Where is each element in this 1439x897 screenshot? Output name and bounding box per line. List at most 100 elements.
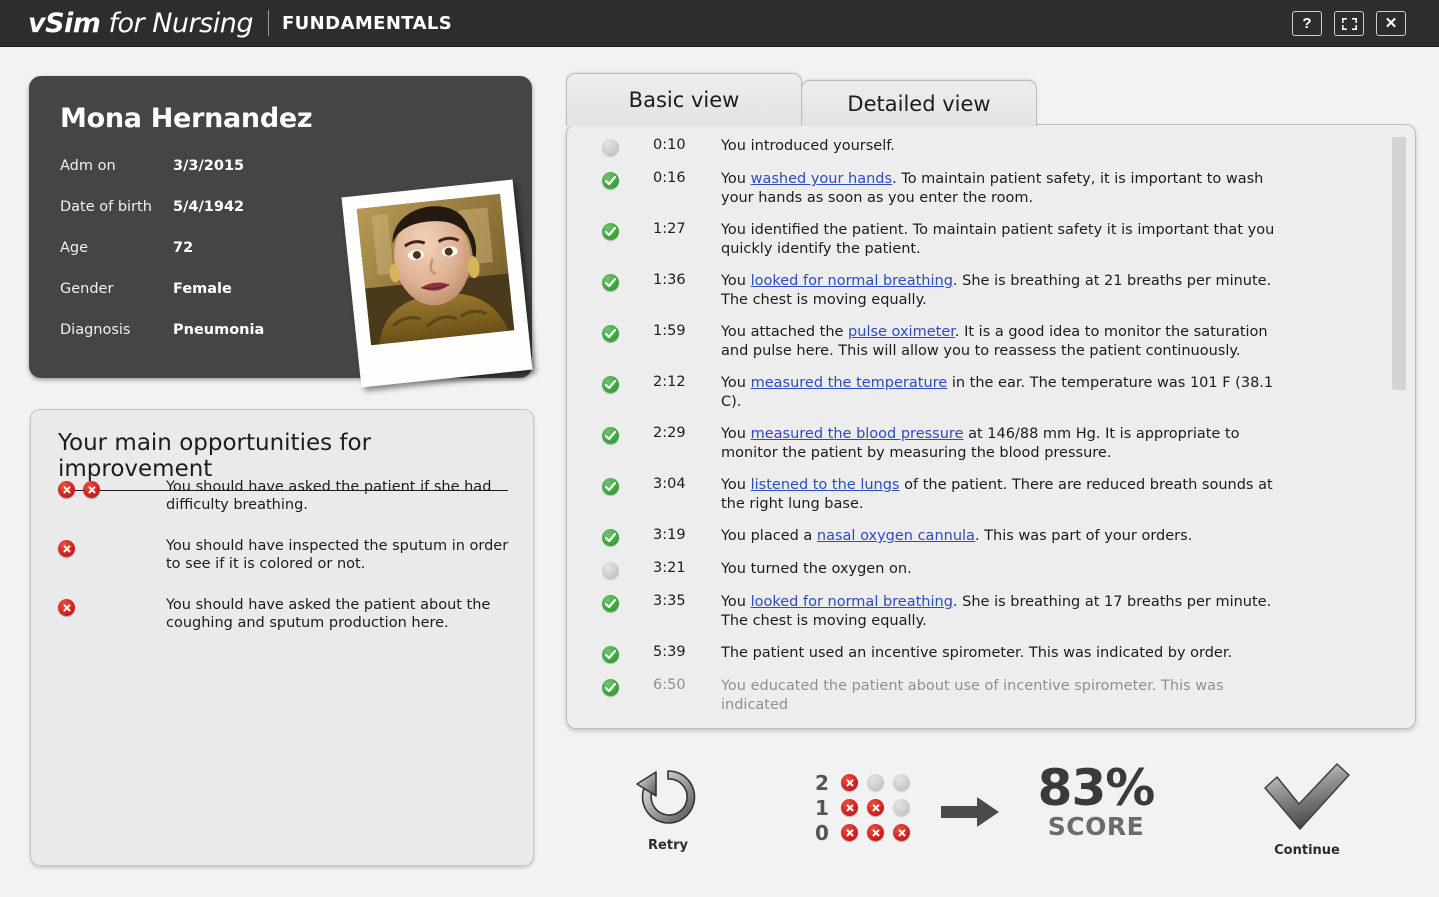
- log-entry: 1:59 You attached the pulse oximeter. It …: [567, 315, 1387, 366]
- log-entry-text: You looked for normal breathing. She is …: [721, 594, 1272, 629]
- log-entry-status: [567, 270, 653, 309]
- attempt-row-number: 2: [815, 770, 829, 795]
- score-value: 83%: [1037, 759, 1156, 817]
- patient-field-row: Date of birth 5/4/1942: [60, 199, 360, 240]
- window-controls: ? ✕: [1292, 11, 1406, 36]
- attempt-row-number: 1: [815, 795, 829, 820]
- neutral-dot-icon: [601, 139, 619, 156]
- log-entry-time: 0:16: [653, 170, 686, 186]
- log-entry: 3:04 You listened to the lungs of the pat…: [567, 468, 1387, 519]
- tab-basic-view[interactable]: Basic view: [566, 73, 802, 126]
- improvement-item: You should have asked the patient about …: [58, 596, 513, 632]
- log-entry-time: 2:29: [653, 425, 686, 441]
- app-logo: vSim for Nursing FUNDAMENTALS: [28, 4, 452, 42]
- log-entry-text: You attached the pulse oximeter. It is a…: [721, 324, 1268, 359]
- log-entry-status: [567, 525, 653, 546]
- attempt-row: 2: [815, 770, 910, 795]
- tab-basic-view-label: Basic view: [628, 88, 740, 112]
- error-x-icon: [58, 481, 75, 498]
- check-circle-icon: [601, 595, 619, 612]
- patient-field-row: Adm on 3/3/2015: [60, 158, 360, 199]
- log-scrollbar-thumb[interactable]: [1392, 137, 1406, 390]
- error-x-icon: [58, 540, 75, 557]
- activity-log-viewport: 0:10 You introduced yourself. 0:16 You wash…: [567, 125, 1415, 728]
- log-entry-status: [567, 219, 653, 258]
- patient-photo-frame: [341, 179, 533, 388]
- check-icon: [1261, 763, 1353, 840]
- error-x-icon: [841, 799, 858, 816]
- log-scrollbar-track[interactable]: [1392, 135, 1406, 718]
- attempts-grid: 210: [815, 770, 910, 845]
- patient-field-label: Age: [60, 240, 89, 256]
- log-entry-status: [567, 474, 653, 513]
- log-entry-link[interactable]: pulse oximeter: [848, 324, 955, 340]
- patient-field-row: Diagnosis Pneumonia: [60, 322, 360, 363]
- close-button[interactable]: ✕: [1376, 11, 1406, 36]
- patient-field-label: Diagnosis: [60, 322, 131, 338]
- log-entry-status: [567, 642, 653, 663]
- check-circle-icon: [601, 172, 619, 189]
- log-entry-status: [567, 423, 653, 462]
- patient-info-card: Mona Hernandez Adm on 3/3/2015 Date of b…: [29, 76, 533, 388]
- improvement-text: You should have asked the patient about …: [166, 597, 491, 631]
- log-entry-link[interactable]: nasal oxygen cannula: [817, 528, 975, 544]
- log-entry: 0:16 You washed your hands. To maintain p…: [567, 162, 1387, 213]
- check-circle-icon: [601, 274, 619, 291]
- tab-detailed-view[interactable]: Detailed view: [801, 80, 1037, 126]
- check-circle-icon: [601, 325, 619, 342]
- log-entry-time: 5:39: [653, 644, 686, 660]
- score-display: 83% SCORE: [1022, 762, 1170, 840]
- activity-log-panel: 0:10 You introduced yourself. 0:16 You wash…: [566, 124, 1416, 729]
- patient-field-value: 3/3/2015: [173, 158, 245, 174]
- error-x-icon: [841, 774, 858, 791]
- patient-field-value: Female: [173, 281, 232, 297]
- help-icon: ?: [1302, 15, 1312, 32]
- help-button[interactable]: ?: [1292, 11, 1322, 36]
- log-entry-link[interactable]: washed your hands: [751, 171, 892, 187]
- error-x-icon: [867, 824, 884, 841]
- app-header: vSim for Nursing FUNDAMENTALS ? ✕: [0, 0, 1439, 47]
- log-entry-link[interactable]: measured the blood pressure: [751, 426, 964, 442]
- patient-field-row: Age 72: [60, 240, 360, 281]
- improvement-item: You should have inspected the sputum in …: [58, 537, 513, 573]
- score-label: SCORE: [1047, 812, 1145, 841]
- continue-label: Continue: [1274, 843, 1340, 858]
- log-entry: 2:12 You measured the temperature in the …: [567, 366, 1387, 417]
- log-entry-time: 1:36: [653, 272, 686, 288]
- log-entry-status: [567, 321, 653, 360]
- log-entry-text: You turned the oxygen on.: [721, 561, 912, 577]
- log-entry-link[interactable]: looked for normal breathing: [751, 273, 953, 289]
- improvement-icons: [58, 537, 166, 573]
- fullscreen-button[interactable]: [1334, 11, 1364, 36]
- patient-field-value: Pneumonia: [173, 322, 265, 338]
- log-entry-link[interactable]: measured the temperature: [751, 375, 948, 391]
- progress-arrow-icon: [941, 795, 1001, 834]
- log-entry-time: 3:21: [653, 560, 686, 576]
- log-entry: 1:27 You identified the patient. To maint…: [567, 213, 1387, 264]
- attempt-row: 0: [815, 820, 910, 845]
- improvement-text: You should have inspected the sputum in …: [166, 538, 509, 572]
- attempt-row: 1: [815, 795, 910, 820]
- retry-button[interactable]: Retry: [612, 762, 724, 853]
- check-circle-icon: [601, 223, 619, 240]
- retry-label: Retry: [648, 838, 688, 853]
- patient-photo: [356, 193, 515, 346]
- log-entry-text: You introduced yourself.: [721, 138, 895, 154]
- log-entry-text: You measured the blood pressure at 146/8…: [721, 426, 1240, 461]
- log-entry-link[interactable]: listened to the lungs: [751, 477, 900, 493]
- logo-for-nursing: for Nursing: [100, 7, 254, 39]
- log-entry-time: 3:35: [653, 593, 686, 609]
- log-entry-link[interactable]: looked for normal breathing: [751, 594, 953, 610]
- log-entry-text: You identified the patient. To maintain …: [721, 222, 1275, 257]
- log-entry-time: 3:04: [653, 476, 686, 492]
- log-entry-text: You educated the patient about use of in…: [721, 678, 1224, 713]
- logo-divider: [267, 10, 269, 36]
- continue-button[interactable]: Continue: [1248, 762, 1366, 858]
- log-entry-status: [567, 168, 653, 207]
- log-entry-time: 6:50: [653, 677, 686, 693]
- log-entry: 0:10 You introduced yourself.: [567, 129, 1387, 162]
- log-entry-text: You looked for normal breathing. She is …: [721, 273, 1272, 308]
- log-entry-text: You listened to the lungs of the patient…: [721, 477, 1273, 512]
- log-entry: 1:36 You looked for normal breathing. She…: [567, 264, 1387, 315]
- fullscreen-icon: [1341, 17, 1358, 31]
